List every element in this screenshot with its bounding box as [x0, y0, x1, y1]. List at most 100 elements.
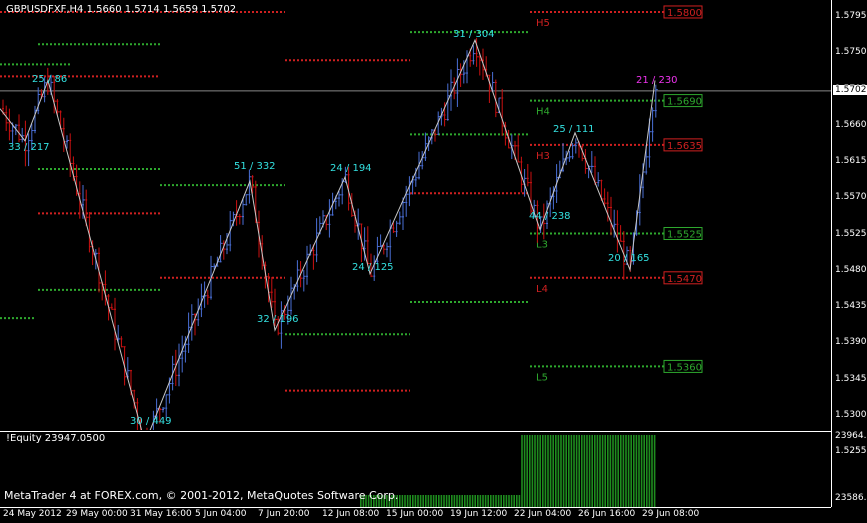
equity-bar	[555, 435, 557, 508]
pivot-price-h5: 1.5800	[667, 8, 702, 19]
equity-bar	[544, 435, 547, 508]
equity-bar	[633, 435, 635, 508]
price-scale-label: 1.5480	[835, 264, 867, 275]
pivot-name-h4: H4	[536, 107, 550, 118]
equity-bar	[609, 435, 612, 508]
equity-bar	[648, 435, 651, 508]
equity-bar	[578, 435, 580, 508]
equity-bar	[588, 435, 591, 508]
zigzag-label: 33 / 217	[8, 142, 50, 153]
equity-bar	[599, 435, 601, 508]
equity-bar	[568, 435, 570, 508]
price-chart-canvas[interactable]: H51.5800H41.5690H31.5635L31.5525L41.5470…	[0, 0, 831, 457]
equity-bar	[646, 435, 648, 508]
price-scale-label: 1.5435	[835, 301, 867, 311]
equity-bar	[627, 435, 630, 508]
price-scale-label: 1.5345	[835, 373, 867, 384]
equity-bar	[560, 435, 562, 508]
equity-bar	[651, 435, 653, 508]
pivot-price-l5: 1.5360	[667, 362, 702, 373]
time-axis-label: 29 Jun 08:00	[642, 509, 700, 519]
time-axis-label: 26 Jun 16:00	[578, 509, 636, 519]
pivot-price-h4: 1.5690	[667, 97, 702, 108]
zigzag-label: 25 / 111	[553, 124, 595, 135]
pivot-price-h3: 1.5635	[667, 141, 702, 152]
price-scale-label: 1.5255	[835, 446, 867, 456]
chart-symbol-info: GBPUSDFXF,H4 1.5660 1.5714 1.5659 1.5702	[6, 4, 237, 15]
equity-bar	[596, 435, 599, 508]
time-axis-label: 15 Jun 00:00	[386, 509, 444, 519]
indicator-bottom-value: 23586.9	[835, 493, 867, 503]
zigzag-label: 25 / 86	[32, 74, 67, 85]
equity-bar	[638, 435, 640, 508]
time-axis-label: 12 Jun 08:00	[322, 509, 380, 519]
equity-bar	[607, 435, 609, 508]
equity-bar	[523, 435, 526, 508]
pivot-name-l5: L5	[536, 372, 548, 383]
zigzag-line	[0, 38, 656, 445]
equity-bar	[536, 435, 539, 508]
zigzag-label: 44 / 238	[529, 211, 571, 222]
equity-bar	[601, 435, 604, 508]
equity-bar	[594, 435, 596, 508]
equity-bar	[549, 435, 552, 508]
time-axis-label: 22 Jun 04:00	[514, 509, 572, 519]
price-scale-label: 1.5795	[835, 11, 867, 21]
price-scale-label: 1.5660	[835, 119, 867, 130]
equity-bar	[643, 435, 645, 508]
zigzag-label: 21 / 230	[636, 75, 678, 86]
equity-bar	[557, 435, 560, 508]
equity-bar	[614, 435, 617, 508]
price-scale-label: 1.5390	[835, 337, 867, 348]
equity-bar	[521, 435, 523, 508]
equity-bar	[526, 435, 528, 508]
zigzag-label: 20 / 165	[608, 253, 650, 264]
zigzag-label: 24 / 194	[330, 163, 372, 174]
price-scale-label: 1.5615	[835, 156, 867, 166]
pivot-price-l4: 1.5470	[667, 274, 702, 285]
price-scale-label: 1.5300	[835, 409, 867, 420]
zigzag-label: 31 / 304	[453, 29, 495, 40]
equity-bar	[539, 435, 541, 508]
equity-bar	[604, 435, 606, 508]
zigzag-label: 51 / 332	[234, 161, 276, 172]
price-chart-area[interactable]: H5 1.5800 H4 1.5690 H3 1.5635 L3 1.5525 L4 1.5470…	[0, 0, 831, 457]
zigzag-label: 24 / 125	[352, 262, 394, 273]
time-axis-label: 7 Jun 20:00	[258, 509, 310, 519]
equity-bar	[583, 435, 586, 508]
equity-bar	[534, 435, 536, 508]
equity-bar	[573, 435, 575, 508]
time-axis-label: 24 May 2012	[3, 509, 62, 519]
equity-bar	[531, 435, 534, 508]
equity-bar	[622, 435, 625, 508]
pivot-price-l3: 1.5525	[667, 230, 702, 241]
equity-bar	[625, 435, 627, 508]
equity-bar	[635, 435, 638, 508]
equity-bar	[630, 435, 632, 508]
time-axis-label: 31 May 16:00	[130, 509, 192, 519]
equity-bar	[542, 435, 544, 508]
time-axis-label: 5 Jun 04:00	[195, 509, 247, 519]
equity-bar	[612, 435, 614, 508]
equity-bar	[653, 435, 656, 508]
time-axis-label: 19 Jun 12:00	[450, 509, 508, 519]
price-scale-label: 1.5525	[835, 228, 867, 239]
zigzag-label: 30 / 449	[130, 416, 172, 427]
equity-bar	[617, 435, 619, 508]
price-scale-label: 1.5570	[835, 192, 867, 203]
equity-bar	[529, 435, 531, 508]
equity-bar	[581, 435, 583, 508]
equity-bar	[575, 435, 578, 508]
equity-bar	[591, 435, 593, 508]
equity-bar	[562, 435, 565, 508]
indicator-title: !Equity 23947.0500	[6, 433, 106, 444]
pivot-name-l4: L4	[536, 284, 548, 295]
price-scale-label: 1.5750	[835, 47, 867, 58]
zigzag-label: 32 / 196	[257, 314, 299, 325]
equity-bar	[565, 435, 567, 508]
equity-bar	[552, 435, 554, 508]
equity-bar	[620, 435, 622, 508]
pivot-name-h5: H5	[536, 18, 550, 29]
equity-bar	[640, 435, 643, 508]
copyright-text: MetaTrader 4 at FOREX.com, © 2001-2012, …	[4, 489, 399, 502]
